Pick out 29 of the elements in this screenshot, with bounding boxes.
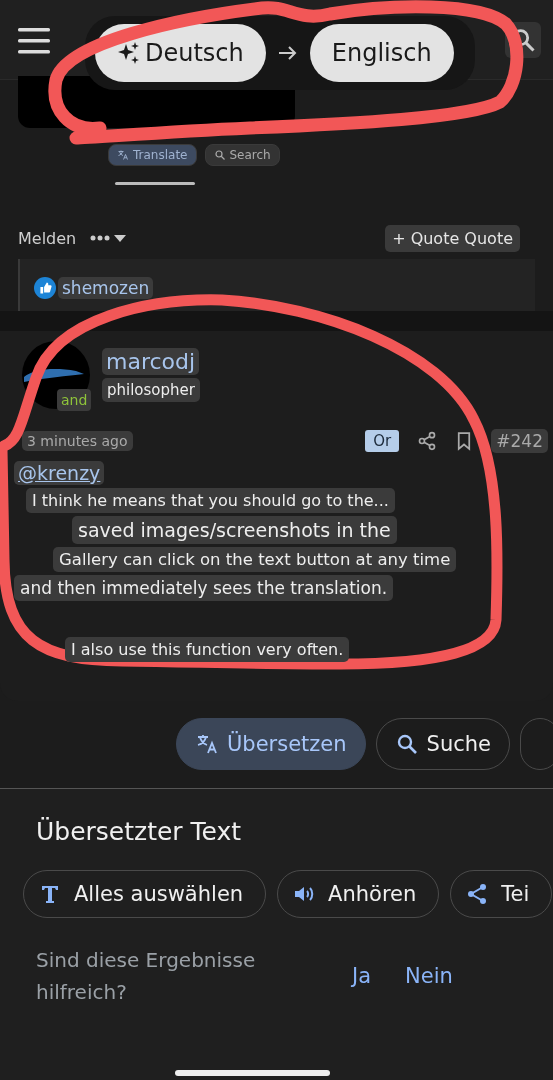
- no-button[interactable]: Nein: [399, 960, 459, 992]
- sparkle-icon: [117, 41, 141, 65]
- author-name[interactable]: marcodj: [102, 348, 200, 375]
- menu-icon[interactable]: [18, 28, 50, 54]
- more-icon[interactable]: [90, 233, 127, 243]
- yes-button[interactable]: Ja: [346, 960, 378, 992]
- bookmark-icon[interactable]: [457, 431, 472, 451]
- feedback-question: Sind diese Ergebnisse hilfreich?: [36, 947, 257, 1006]
- sheet-title: Übersetzter Text: [36, 817, 243, 846]
- translate-icon: [117, 149, 129, 161]
- search-chip[interactable]: Search: [204, 144, 280, 166]
- mention-link[interactable]: @krenzy: [14, 461, 105, 485]
- label-badge: Or: [365, 430, 400, 452]
- quote-button[interactable]: + Quote Quote: [385, 224, 520, 252]
- username[interactable]: shemozen: [58, 277, 154, 299]
- share-icon[interactable]: [417, 431, 438, 451]
- search-icon: [213, 149, 226, 161]
- source-language-button[interactable]: Deutsch: [95, 24, 266, 82]
- translate-chip[interactable]: Translate: [108, 144, 197, 166]
- target-language-button[interactable]: Englisch: [309, 24, 454, 82]
- translate-icon: [195, 732, 219, 756]
- arrow-icon: [277, 46, 298, 60]
- translate-chip[interactable]: Übersetzen: [176, 718, 366, 770]
- post-number[interactable]: #242: [491, 429, 548, 453]
- timestamp: 3 minutes ago: [22, 431, 133, 451]
- report-link[interactable]: Melden: [18, 228, 77, 248]
- user-rank: philosopher: [102, 378, 200, 402]
- thumbs-up-icon: [34, 277, 56, 299]
- avatar-badge: and: [57, 389, 92, 411]
